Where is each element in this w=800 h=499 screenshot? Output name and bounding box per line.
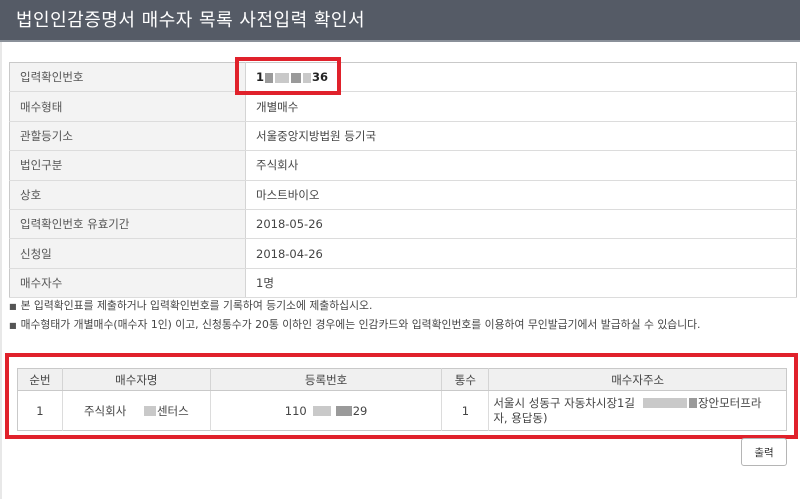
info-row: 매수형태 개별매수	[9, 91, 797, 122]
notes: ■ 본 입력확인표를 제출하거나 입력확인번호를 기록하여 등기소에 제출하십시오…	[9, 296, 797, 334]
info-row: 관할등기소 서울중앙지방법원 등기국	[9, 121, 797, 152]
buyer-address: 서울시 성동구 자동차시장1길 장안모터프라 자, 용답동)	[493, 395, 762, 425]
info-value: 마스트바이오	[245, 180, 797, 210]
buyer-count: 1	[441, 390, 490, 431]
col-count: 통수	[441, 368, 490, 391]
info-value: 2018-04-26	[245, 238, 797, 269]
info-label: 관할등기소	[9, 121, 246, 152]
left-edge-divider	[0, 42, 2, 499]
info-label: 입력확인번호 유효기간	[9, 209, 246, 240]
info-label: 신청일	[9, 238, 246, 269]
highlight-box-confirm-number	[235, 57, 341, 95]
redaction-mask	[312, 406, 331, 416]
col-address: 매수자주소	[488, 368, 787, 391]
buyer-table: 순번 매수자명 등록번호 통수 매수자주소 1 주식회사 센터스 110 29 1…	[17, 368, 787, 431]
info-row: 입력확인번호 유효기간 2018-05-26	[9, 209, 797, 240]
info-value: 서울중앙지방법원 등기국	[245, 121, 797, 152]
buyer-table-header: 순번 매수자명 등록번호 통수 매수자주소	[17, 368, 787, 391]
print-button[interactable]: 출력	[741, 438, 787, 466]
bullet-icon: ■	[9, 301, 17, 311]
info-row: 매수자수 1명	[9, 268, 797, 299]
redaction-mask	[335, 406, 352, 416]
redaction-mask	[642, 398, 687, 408]
buyer-seq: 1	[17, 390, 63, 431]
col-name: 매수자명	[62, 368, 211, 391]
info-label: 상호	[9, 180, 246, 210]
info-row: 법인구분 주식회사	[9, 150, 797, 181]
bullet-icon: ■	[9, 320, 17, 330]
info-value: 주식회사	[245, 150, 797, 181]
page-title: 법인인감증명서 매수자 목록 사전입력 확인서	[0, 0, 800, 42]
info-value: 1명	[245, 268, 797, 299]
info-row: 상호 마스트바이오	[9, 180, 797, 210]
col-reg-number: 등록번호	[210, 368, 443, 391]
info-value: 개별매수	[245, 91, 797, 122]
redaction-mask	[688, 398, 697, 408]
highlight-box-buyer-table: 순번 매수자명 등록번호 통수 매수자주소 1 주식회사 센터스 110 29 1…	[5, 353, 798, 439]
col-seq: 순번	[17, 368, 63, 391]
info-label: 매수자수	[9, 268, 246, 299]
note-item: ■ 매수형태가 개별매수(매수자 1인) 이고, 신청통수가 20통 이하인 경우…	[9, 318, 701, 331]
note-item: ■ 본 입력확인표를 제출하거나 입력확인번호를 기록하여 등기소에 제출하십시오…	[9, 299, 373, 312]
info-table: 입력확인번호 1 36 매수형태 개별매수 관할등기소 서울중앙지방법원 등기국 …	[9, 62, 797, 299]
info-row: 신청일 2018-04-26	[9, 238, 797, 269]
info-label: 매수형태	[9, 91, 246, 122]
buyer-name: 주식회사 센터스	[62, 390, 211, 431]
info-value: 2018-05-26	[245, 209, 797, 240]
buyer-reg-number: 110 29	[210, 390, 443, 431]
info-row-confirm-number: 입력확인번호 1 36	[9, 62, 797, 93]
redaction-mask	[143, 406, 156, 416]
info-label: 법인구분	[9, 150, 246, 181]
info-label: 입력확인번호	[9, 62, 246, 93]
table-row: 1 주식회사 센터스 110 29 1 서울시 성동구 자동차시장1길 장안모터프라…	[17, 390, 787, 431]
